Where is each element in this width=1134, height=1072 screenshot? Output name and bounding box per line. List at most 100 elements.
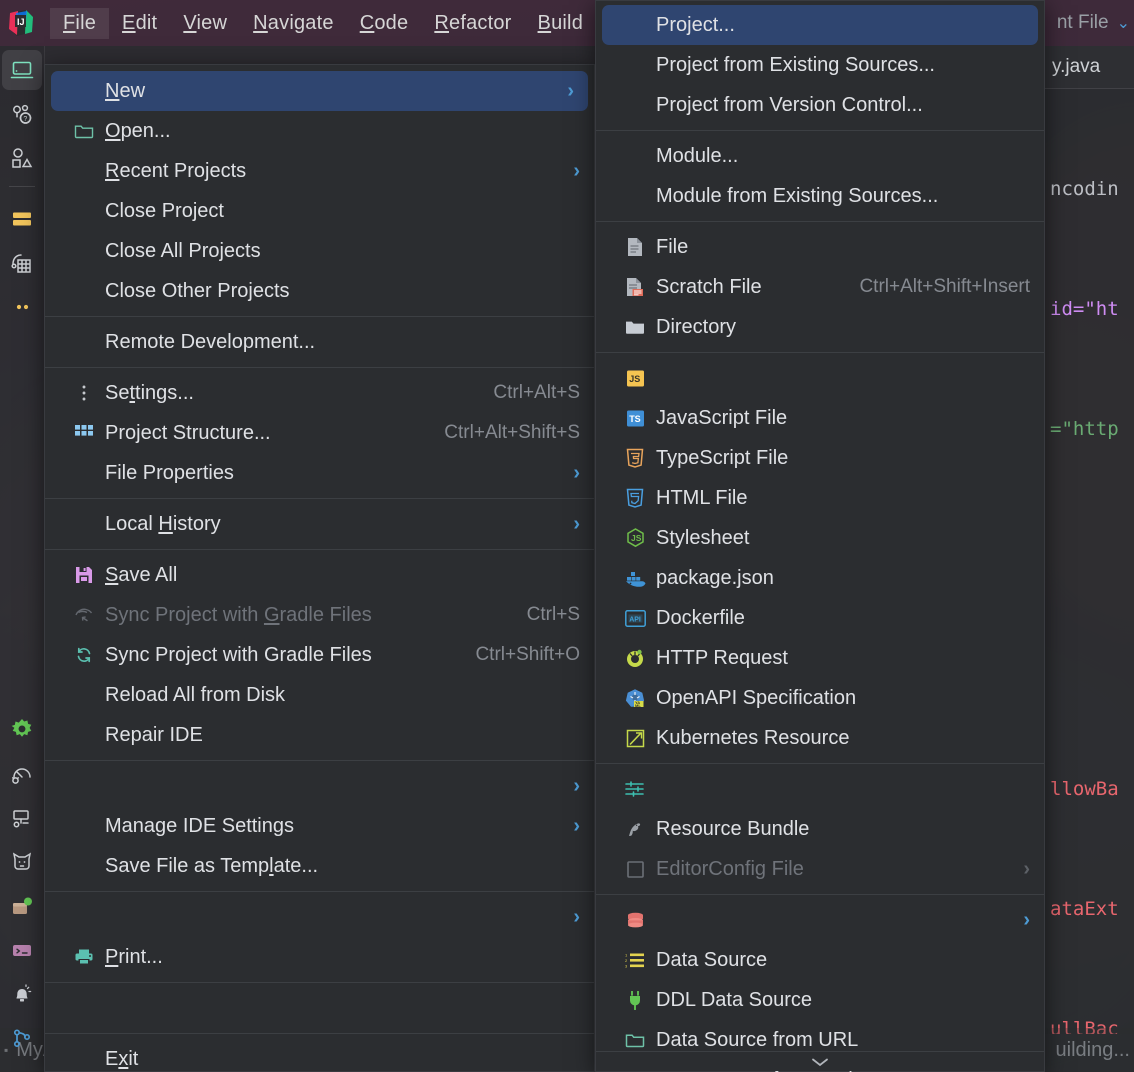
profiler-gauge-icon[interactable] <box>2 754 42 794</box>
menubar-item-refactor[interactable]: Refactor <box>421 8 524 39</box>
floppy-save-icon <box>69 564 99 586</box>
menubar-item-code[interactable]: Code <box>347 8 422 39</box>
editor-tab-label[interactable]: y.java <box>1044 56 1100 78</box>
submenu-item-http-request[interactable]: API Dockerfile <box>596 598 1044 638</box>
menu-item-recent-projects[interactable]: Recent Projects › <box>45 151 594 191</box>
svg-text:IJ: IJ <box>17 17 25 27</box>
docker-whale-icon <box>620 567 650 589</box>
openapi-icon <box>620 647 650 669</box>
menu-item-print[interactable]: Print... <box>45 937 594 977</box>
submenu-scroll-down-arrow[interactable] <box>596 1051 1044 1071</box>
submenu-item-resource-bundle[interactable] <box>596 769 1044 809</box>
submenu-item-file[interactable]: File <box>596 227 1044 267</box>
no-icon <box>69 200 99 222</box>
notifications-bell-icon[interactable] <box>2 974 42 1014</box>
menu-item-export[interactable]: › <box>45 897 594 937</box>
logcat-cat-icon[interactable] <box>2 842 42 882</box>
svg-text:TS: TS <box>629 414 641 424</box>
submenu-item-project-from-existing-sources[interactable]: Project from Existing Sources... <box>596 45 1044 85</box>
menu-item-close-other-projects[interactable]: Close Other Projects <box>45 271 594 311</box>
tool-window-bar: ? <box>0 46 44 1072</box>
bookmarks-icon[interactable] <box>2 199 42 239</box>
menu-item-local-history[interactable]: Local History › <box>45 504 594 544</box>
editor-tabbar[interactable]: y.java <box>1044 46 1134 88</box>
menu-item-save-all[interactable]: Save All <box>45 555 594 595</box>
menu-item-open[interactable]: Open... <box>45 111 594 151</box>
folder-teal-icon <box>620 1029 650 1051</box>
menu-item-settings[interactable]: Settings... Ctrl+Alt+S <box>45 373 594 413</box>
submenu-item-openapi-specification[interactable]: HTTP Request <box>596 638 1044 678</box>
menu-item-close-project[interactable]: Close Project <box>45 191 594 231</box>
recent-file-label[interactable]: nt File <box>1057 12 1109 34</box>
menu-item-new-projects-setup[interactable]: Manage IDE Settings › <box>45 806 594 846</box>
file-menu-popup: New › Open... Recent Projects › Close Pr… <box>44 64 595 1072</box>
structure-shapes-icon[interactable] <box>2 138 42 178</box>
menu-item-new[interactable]: New › <box>51 71 588 111</box>
menu-shortcut: Ctrl+Alt+Shift+Insert <box>859 276 1030 297</box>
menu-label: HTML File <box>656 486 748 509</box>
version-control-branch-icon[interactable] <box>2 1018 42 1058</box>
submenu-item-dockerfile[interactable]: package.json <box>596 558 1044 598</box>
submenu-item-ddl-data-source[interactable]: 1 2 3 Data Source <box>596 940 1044 980</box>
submenu-item-kubernetes-resource[interactable]: YA ML OpenAPI Specification <box>596 678 1044 718</box>
menubar-item-file[interactable]: File <box>50 7 110 39</box>
submenu-item-directory[interactable]: Directory <box>596 307 1044 347</box>
no-icon <box>620 185 650 207</box>
no-icon <box>69 513 99 535</box>
submenu-item-editorconfig-file[interactable]: Resource Bundle <box>596 809 1044 849</box>
menu-separator <box>596 894 1044 895</box>
menu-item-file-properties[interactable]: File Properties › <box>45 453 594 493</box>
submenu-item-module-from-existing-sources[interactable]: Module from Existing Sources... <box>596 176 1044 216</box>
chevron-down-icon[interactable]: ⌄ <box>1117 13 1130 33</box>
svg-text:2: 2 <box>625 958 628 963</box>
code-editor-pane[interactable]: ncodin id="ht ="http llowBa ataExt ullBa… <box>1044 89 1134 1034</box>
submenu-item-data-source[interactable]: › <box>596 900 1044 940</box>
menu-item-remote-development[interactable]: Remote Development... <box>45 322 594 362</box>
submenu-item-project-from-version-control[interactable]: Project from Version Control... <box>596 85 1044 125</box>
build-hammer-icon[interactable] <box>2 798 42 838</box>
submenu-item-data-source-from-url[interactable]: DDL Data Source <box>596 980 1044 1020</box>
menu-item-close-all-projects[interactable]: Close All Projects <box>45 231 594 271</box>
menu-item-manage-ide-settings[interactable]: › <box>45 766 594 806</box>
submenu-item-module[interactable]: Module... <box>596 136 1044 176</box>
menubar-item-navigate[interactable]: Navigate <box>240 8 347 39</box>
menu-separator <box>45 367 594 368</box>
menu-item-save-file-as-template[interactable]: Save File as Template... <box>45 846 594 886</box>
settings-gear-icon[interactable] <box>2 710 42 750</box>
menu-item-power-save-mode[interactable] <box>45 988 594 1028</box>
app-quality-insights-icon[interactable] <box>2 886 42 926</box>
device-manager-icon[interactable] <box>2 243 42 283</box>
project-icon[interactable] <box>2 50 42 90</box>
menubar-item-build[interactable]: Build <box>525 8 596 39</box>
terminal-icon[interactable] <box>2 930 42 970</box>
submenu-item-package-json[interactable]: JS Stylesheet <box>596 518 1044 558</box>
submenu-item-javascript-file[interactable]: JS <box>596 358 1044 398</box>
submenu-item-stylesheet[interactable]: HTML File <box>596 478 1044 518</box>
menu-separator <box>45 1033 594 1034</box>
menu-item-reload-all-from-disk[interactable]: Sync Project with Gradle Files Ctrl+Shif… <box>45 635 594 675</box>
chevron-right-icon: › <box>1023 909 1030 931</box>
menu-shortcut: Ctrl+Alt+S <box>493 382 580 403</box>
menu-label: Kubernetes Resource <box>656 726 850 749</box>
menu-label: Module from Existing Sources... <box>656 184 939 207</box>
menu-label: Close Other Projects <box>105 279 290 302</box>
submenu-item-html-file[interactable]: TypeScript File <box>596 438 1044 478</box>
submenu-item-kotlin-script[interactable]: Kubernetes Resource <box>596 718 1044 758</box>
more-tool-windows-icon[interactable] <box>2 287 42 327</box>
submenu-item-scratch-file[interactable]: Scratch File Ctrl+Alt+Shift+Insert <box>596 267 1044 307</box>
menu-item-project-structure[interactable]: Project Structure... Ctrl+Alt+Shift+S <box>45 413 594 453</box>
menu-item-invalidate-caches[interactable]: Repair IDE <box>45 715 594 755</box>
code-line: ncodin <box>1050 178 1119 200</box>
commit-question-icon[interactable]: ? <box>2 94 42 134</box>
menu-item-exit[interactable]: Exit <box>45 1039 594 1072</box>
submenu-item-typescript-file[interactable]: TS JavaScript File <box>596 398 1044 438</box>
menu-item-repair-ide[interactable]: Reload All from Disk <box>45 675 594 715</box>
menubar-item-view[interactable]: View <box>170 8 240 39</box>
file-doc-icon <box>620 236 650 258</box>
kotlin-icon <box>620 727 650 749</box>
menubar-item-edit[interactable]: Edit <box>109 8 170 39</box>
chevron-right-icon: › <box>573 775 580 797</box>
submenu-item-project[interactable]: Project... <box>602 5 1038 45</box>
nodejs-icon: JS <box>620 527 650 549</box>
